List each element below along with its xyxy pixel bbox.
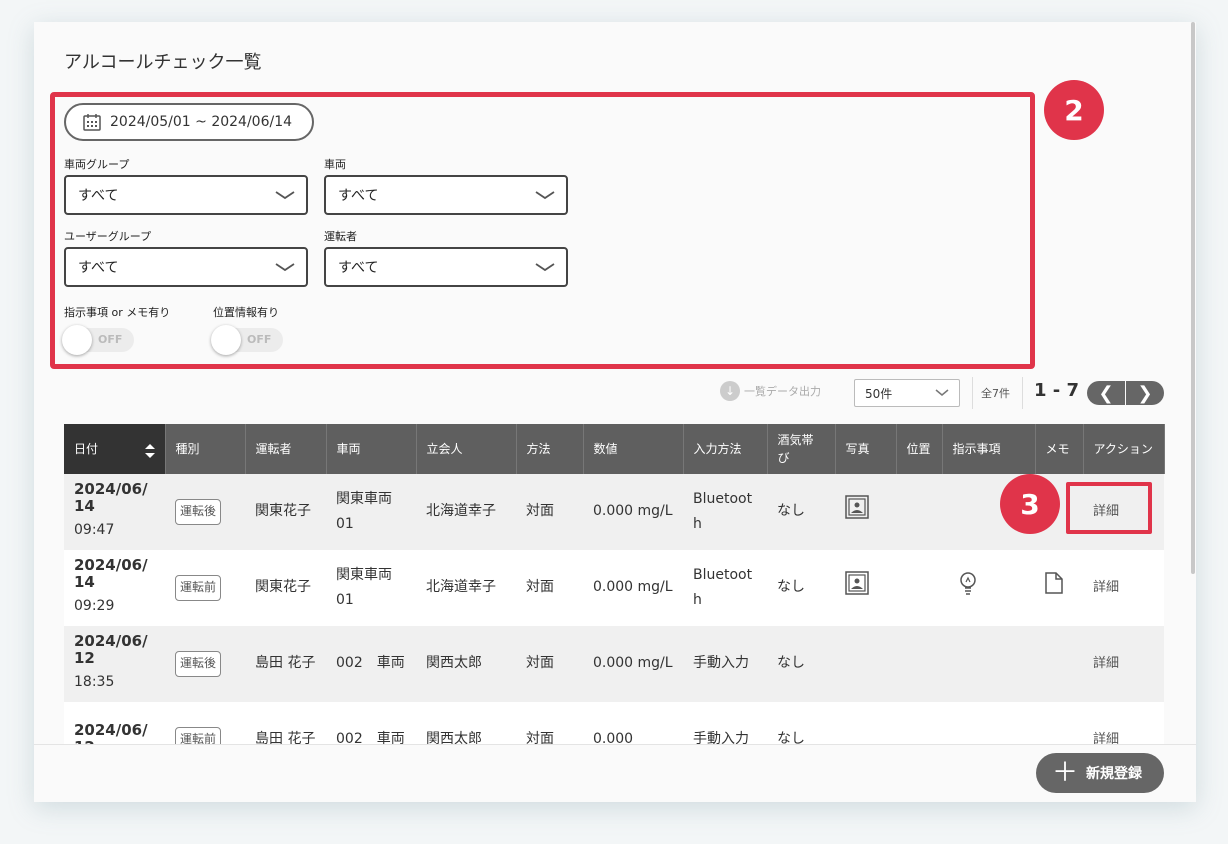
divider: [972, 377, 973, 409]
type-cell: 運転後: [165, 626, 245, 702]
memo-cell: [1035, 550, 1083, 626]
memo-cell: [1035, 626, 1083, 702]
value-cell: 0.000 mg/L: [583, 550, 683, 626]
column-header-method: 方法: [516, 424, 584, 474]
detail-link[interactable]: 詳細: [1093, 656, 1119, 671]
filters-highlight-box: [50, 92, 1035, 369]
type-badge: 運転前: [175, 575, 222, 601]
photo-icon[interactable]: [845, 571, 869, 596]
date-cell: 2024/06/14 09:29: [64, 550, 165, 626]
chevron-down-icon: [935, 389, 949, 396]
driver-cell: 関東花子: [245, 550, 326, 626]
date-cell: 2024/06/14 09:47: [64, 474, 165, 550]
photo-icon[interactable]: [845, 495, 869, 520]
method-cell: 対面: [516, 626, 583, 702]
instruction-cell: [942, 626, 1035, 702]
witness-cell: 関西太郎: [416, 626, 516, 702]
date-cell: 2024/06/12 18:35: [64, 626, 165, 702]
location-cell: [896, 474, 942, 550]
detail-link[interactable]: 詳細: [1093, 580, 1119, 595]
detail-highlight-box: [1066, 482, 1152, 534]
column-header-vehicle: 車両: [326, 424, 417, 474]
column-header-type: 種別: [165, 424, 246, 474]
page-title: アルコールチェック一覧: [64, 52, 262, 73]
method-cell: 対面: [516, 474, 583, 550]
driver-cell: 島田 花子: [245, 626, 326, 702]
value-cell: 0.000 mg/L: [583, 474, 683, 550]
column-header-instruction: 指示事項: [942, 424, 1036, 474]
column-header-memo: メモ: [1035, 424, 1084, 474]
page-range: 1 - 7: [1034, 380, 1080, 401]
table-header-row: 日付 種別 運転者 車両 立会人 方法 数値 入力方法 酒気帯び 写真 位置 指…: [64, 424, 1165, 474]
vehicle-cell: 関東車両01: [326, 550, 416, 626]
column-header-alcohol: 酒気帯び: [767, 424, 836, 474]
document-icon[interactable]: [1045, 572, 1063, 595]
new-registration-button[interactable]: ＋ 新規登録: [1036, 753, 1164, 793]
witness-cell: 北海道幸子: [416, 550, 516, 626]
new-registration-label: 新規登録: [1086, 766, 1143, 782]
table-row[interactable]: 2024/06/14 09:29 運転前 関東花子 関東車両01 北海道幸子 対面…: [64, 550, 1164, 626]
next-page-button[interactable]: ❯: [1126, 381, 1164, 405]
export-label: 一覧データ出力: [744, 385, 821, 398]
action-cell: 詳細: [1083, 550, 1164, 626]
input-method-cell: Bluetooth: [683, 550, 767, 626]
column-header-action: アクション: [1083, 424, 1165, 474]
alcohol-check-table: 日付 種別 運転者 車両 立会人 方法 数値 入力方法 酒気帯び 写真 位置 指…: [64, 424, 1165, 778]
method-cell: 対面: [516, 550, 583, 626]
column-header-witness: 立会人: [416, 424, 517, 474]
column-header-date[interactable]: 日付: [64, 424, 166, 474]
type-badge: 運転後: [175, 499, 222, 525]
photo-cell: [835, 550, 896, 626]
location-cell: [896, 550, 942, 626]
sort-icon: [144, 444, 155, 458]
annotation-badge-2: 2: [1044, 80, 1104, 140]
export-button[interactable]: ↓ 一覧データ出力: [720, 381, 821, 401]
column-header-value: 数値: [583, 424, 684, 474]
per-page-select[interactable]: 50件: [854, 379, 960, 407]
annotation-badge-3: 3: [1000, 474, 1060, 534]
lightbulb-icon[interactable]: [958, 571, 978, 596]
table-row[interactable]: 2024/06/14 09:47 運転後 関東花子 関東車両01 北海道幸子 対面…: [64, 474, 1164, 550]
input-method-cell: 手動入力: [683, 626, 767, 702]
table-row[interactable]: 2024/06/12 18:35 運転後 島田 花子 002 車両 関西太郎 対面…: [64, 626, 1164, 702]
instruction-cell: [942, 550, 1035, 626]
plus-icon: ＋: [1052, 758, 1079, 788]
download-icon: ↓: [720, 381, 740, 401]
column-header-input-method: 入力方法: [683, 424, 768, 474]
value-cell: 0.000 mg/L: [583, 626, 683, 702]
column-header-driver: 運転者: [245, 424, 327, 474]
photo-cell: [835, 474, 896, 550]
photo-cell: [835, 626, 896, 702]
driver-cell: 関東花子: [245, 474, 326, 550]
vertical-scrollbar[interactable]: [1191, 22, 1195, 574]
vehicle-cell: 関東車両01: [326, 474, 416, 550]
alcohol-cell: なし: [767, 550, 835, 626]
divider: [1022, 377, 1023, 409]
witness-cell: 北海道幸子: [416, 474, 516, 550]
column-header-photo: 写真: [835, 424, 897, 474]
type-cell: 運転前: [165, 550, 245, 626]
alcohol-cell: なし: [767, 626, 835, 702]
column-header-location: 位置: [896, 424, 943, 474]
per-page-value: 50件: [865, 386, 893, 401]
vehicle-cell: 002 車両: [326, 626, 416, 702]
alcohol-cell: なし: [767, 474, 835, 550]
type-badge: 運転後: [175, 651, 222, 677]
input-method-cell: Bluetooth: [683, 474, 767, 550]
footer-bar: [34, 744, 1196, 802]
location-cell: [896, 626, 942, 702]
action-cell: 詳細: [1083, 626, 1164, 702]
type-cell: 運転後: [165, 474, 245, 550]
prev-page-button[interactable]: ❮: [1087, 381, 1125, 405]
total-count: 全7件: [981, 387, 1010, 400]
